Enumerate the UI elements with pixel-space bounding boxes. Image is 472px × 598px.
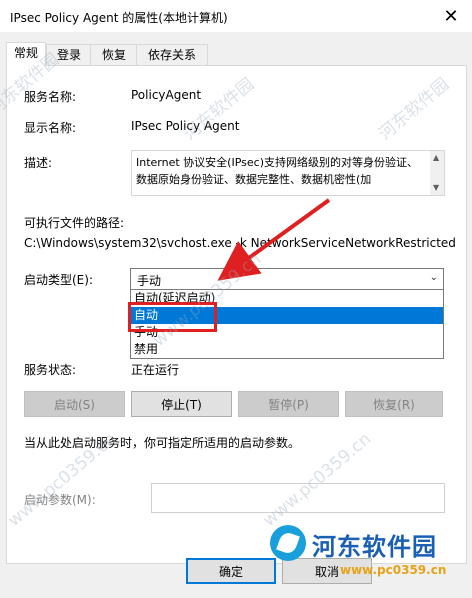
status-value: 正在运行 [131,363,180,377]
stop-button[interactable]: 停止(T) [131,391,232,417]
hint-text: 当从此处启动服务时，你可指定所适用的启动参数。 [24,436,301,450]
startup-type-value: 手动 [137,274,162,288]
description-label: 描述: [24,156,53,170]
watermark-logo: 河东软件园 [270,525,466,565]
watermark-logo-text: 河东软件园 [312,533,437,561]
start-button[interactable]: 启动(S) [24,391,125,417]
resume-button[interactable]: 恢复(R) [345,391,443,417]
startup-type-select[interactable]: 手动 ⌄ [130,268,444,290]
startup-type-label: 启动类型(E): [24,273,93,287]
window-title: IPsec Policy Agent 的属性(本地计算机) [10,11,228,25]
service-name-value: PolicyAgent [131,88,202,102]
properties-dialog: 常规 登录 恢复 依存关系 服务名称: PolicyAgent 显示名称: IP… [0,32,472,598]
ok-button[interactable]: 确定 [186,558,276,584]
watermark-url: www.pc0359.cn [340,563,447,577]
description-box[interactable]: Internet 协议安全(IPsec)支持网络级别的对等身份验证、数据原始身份… [131,150,445,196]
general-panel: 服务名称: PolicyAgent 显示名称: IPsec Policy Age… [6,65,467,564]
exe-path-value: C:\Windows\system32\svchost.exe -k Netwo… [24,236,456,250]
close-icon: ✕ [443,5,459,26]
display-name-label: 显示名称: [24,121,77,135]
params-input[interactable] [151,483,445,513]
description-scrollbar[interactable]: ▲ ▼ [430,151,444,195]
service-name-label: 服务名称: [24,90,77,104]
tab-recovery[interactable]: 恢复 [90,44,138,65]
params-label: 启动参数(M): [24,493,96,507]
startup-option-disabled[interactable]: 禁用 [131,341,443,358]
highlight-box [128,302,217,332]
display-name-value: IPsec Policy Agent [131,119,240,133]
scroll-down-icon[interactable]: ▼ [433,183,439,192]
tab-dependencies[interactable]: 依存关系 [136,44,208,65]
tab-logon[interactable]: 登录 [46,44,92,65]
pause-button[interactable]: 暂停(P) [238,391,339,417]
title-bar: IPsec Policy Agent 的属性(本地计算机) ✕ [0,0,472,32]
leaf-logo-icon [270,525,306,561]
chevron-down-icon: ⌄ [429,272,438,283]
status-label: 服务状态: [24,363,77,377]
tab-general[interactable]: 常规 [6,42,46,66]
close-button[interactable]: ✕ [434,2,468,30]
description-text: Internet 协议安全(IPsec)支持网络级别的对等身份验证、数据原始身份… [136,156,418,186]
scroll-up-icon[interactable]: ▲ [433,153,439,162]
exe-path-label: 可执行文件的路径: [24,216,125,230]
